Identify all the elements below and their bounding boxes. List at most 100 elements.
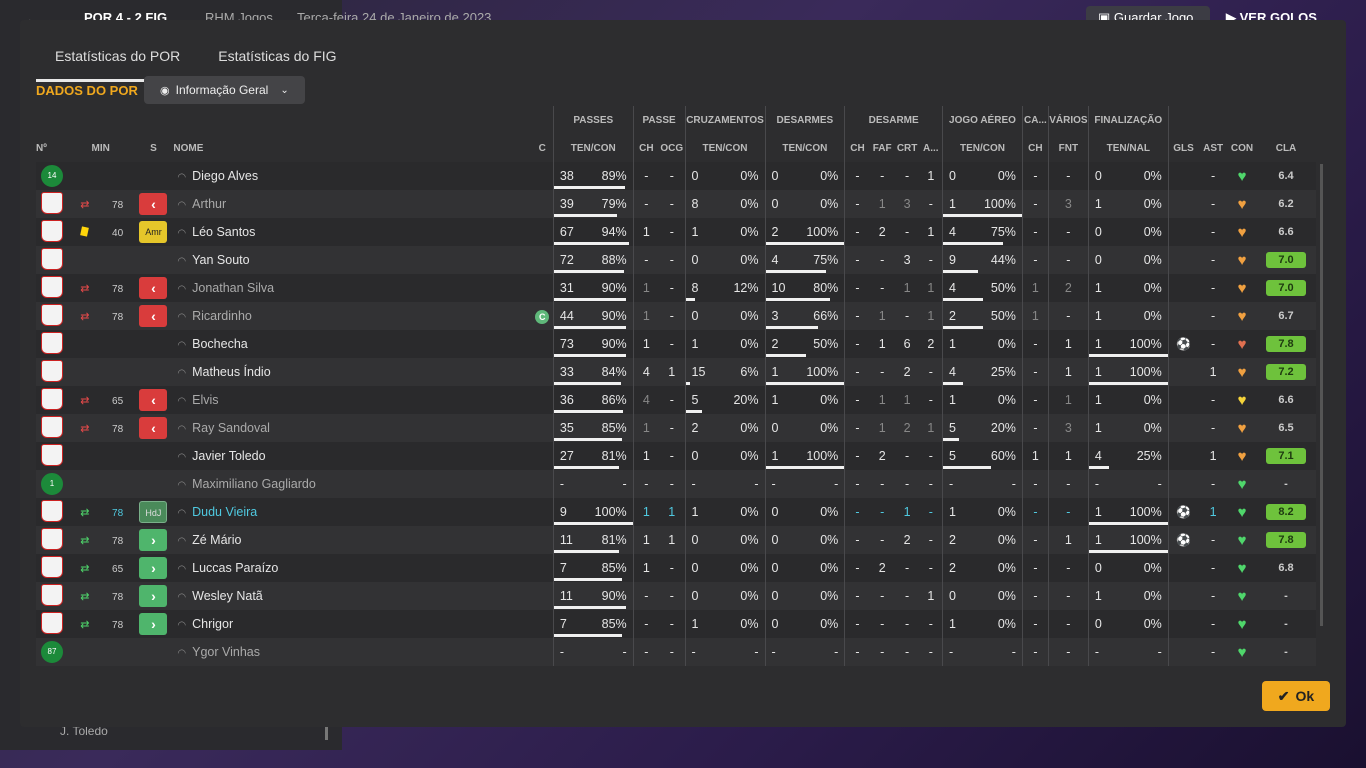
player-name-cell[interactable]: ◠ Elvis xyxy=(173,386,532,414)
table-row[interactable]: 14 ◠ Diego Alves 38 89% - -0 0% 0 0% - - -1 0 0% - -0 0% -… xyxy=(36,162,1316,190)
player-name[interactable]: Ricardinho xyxy=(192,309,252,323)
col-passe-ch[interactable]: CH xyxy=(632,134,660,162)
col-ca-ch[interactable]: CH xyxy=(1021,134,1049,162)
ca-ch-cell: - xyxy=(1021,246,1049,274)
player-name-cell[interactable]: ◠ Matheus Índio xyxy=(173,358,532,386)
player-name-cell[interactable]: ◠ Léo Santos xyxy=(173,218,532,246)
minute-cell: 78 xyxy=(101,414,134,442)
player-name[interactable]: Arthur xyxy=(192,197,226,211)
aerial-bar xyxy=(943,326,984,329)
tackles-cell: 2 100% xyxy=(764,218,845,246)
passes-cell: 33 84% xyxy=(552,358,634,386)
shots-pair: 1 100% xyxy=(1089,337,1169,357)
col-goals[interactable]: GLS xyxy=(1167,134,1199,162)
col-name[interactable]: NOME xyxy=(173,134,531,162)
table-row[interactable]: ◠ Javier Toledo 27 81% 1 - 0 0% 1 100% - 2 - - 5 60% 1 1 4… xyxy=(36,442,1316,470)
player-name[interactable]: Chrigor xyxy=(192,617,233,631)
view-dropdown[interactable]: ◉ Informação Geral ⌄ xyxy=(144,76,305,104)
aerial-cell: 0 0% xyxy=(942,582,1023,610)
col-passe-ocg[interactable]: OCG xyxy=(659,134,685,162)
player-name-cell[interactable]: ◠ Ray Sandoval xyxy=(173,414,532,442)
col-desarme-crt[interactable]: CRT xyxy=(895,134,920,162)
varios-fnt: - xyxy=(1066,561,1071,575)
shots-cell: 1 100% xyxy=(1087,498,1169,526)
col-assists[interactable]: AST xyxy=(1198,134,1228,162)
shots-cell: 0 0% xyxy=(1087,218,1169,246)
player-name[interactable]: Matheus Índio xyxy=(192,365,271,379)
aerial-pct: 0% xyxy=(997,505,1016,519)
player-name[interactable]: Maximiliano Gagliardo xyxy=(192,477,316,491)
col-varios-fnt[interactable]: FNT xyxy=(1047,134,1089,162)
col-desarme-a[interactable]: A... xyxy=(920,134,943,162)
player-name-cell[interactable]: ◠ Bochecha xyxy=(173,330,532,358)
player-name[interactable]: Léo Santos xyxy=(192,225,255,239)
col-status[interactable]: S xyxy=(134,134,174,162)
player-name[interactable]: Wesley Natã xyxy=(192,589,263,603)
table-row[interactable]: ⇄ 78 HdJ ◠ Dudu Vieira 9 100% 1 1 1 0% 0 0% - - 1 - 1 0% - -… xyxy=(36,498,1316,526)
table-row[interactable]: ◠ Bochecha 73 90% 1-1 0% 2 50% -1 6 2 1 0% -1 1 100% ⚽ - ♥… xyxy=(36,330,1316,358)
player-name-cell[interactable]: ◠ Zé Mário xyxy=(173,526,532,554)
tackle-ch-cell: - xyxy=(844,190,870,218)
col-desarmes-tencon[interactable]: TEN/CON xyxy=(764,134,845,162)
table-row[interactable]: ⇄ 65 › ◠ Luccas Paraízo 7 85% 1 - 0 0% 0 0% - 2 - - 2 0% - -… xyxy=(36,554,1316,582)
ok-button[interactable]: ✔ Ok xyxy=(1262,681,1330,711)
player-name-cell[interactable]: ◠ Wesley Natã xyxy=(173,582,532,610)
passes-bar xyxy=(554,270,625,273)
table-row[interactable]: ⇄ 65 ‹ ◠ Elvis 36 86% 4 - 5 20% 1 0% - 1 1 - 1 0% - 1 1 0% - ♥ 6.… xyxy=(36,386,1316,414)
aerial-cell: 0 0% xyxy=(942,162,1023,190)
col-desarme-faf[interactable]: FAF xyxy=(870,134,895,162)
player-name[interactable]: Javier Toledo xyxy=(192,449,265,463)
player-name-cell[interactable]: ◠ Maximiliano Gagliardo xyxy=(173,470,532,498)
table-row[interactable]: ⇄ 78 › ◠ Wesley Natã 11 90% - -0 0% 0 0% - - -1 0 0% - -1 0… xyxy=(36,582,1316,610)
player-name[interactable]: Ygor Vinhas xyxy=(192,645,260,659)
table-row[interactable]: ⇄ 78 ‹ ◠ Jonathan Silva 31 90% 1-8 12% 10 80% - -1 1 4… xyxy=(36,274,1316,302)
player-name[interactable]: Diego Alves xyxy=(192,169,258,183)
passes-bar xyxy=(554,466,619,469)
player-name-cell[interactable]: ◠ Luccas Paraízo xyxy=(173,554,532,582)
table-row[interactable]: ◠ Matheus Índio 33 84% 4 1 15 6% 1 100% - -2-4 25% -1… xyxy=(36,358,1316,386)
table-row[interactable]: ⇄ 78 ‹ ◠ Arthur 39 79% - - 8 0% 0 0% - 1 3 - 1 100% - 3 1 0% - ♥… xyxy=(36,190,1316,218)
table-row[interactable]: 87 ◠ Ygor Vinhas - - - - - - - - - - - - - - - - - - - ♥ - xyxy=(36,638,1316,666)
status-cell: › xyxy=(133,610,174,638)
player-name-cell[interactable]: ◠ Diego Alves xyxy=(173,162,532,190)
player-name[interactable]: Dudu Vieira xyxy=(192,505,257,519)
col-captain[interactable]: C xyxy=(531,134,553,162)
table-row[interactable]: ⇄ 78 › ◠ Chrigor 7 85% - - 1 0% 0 0% - - - - 1 0% - - 0 0% - ♥ - xyxy=(36,610,1316,638)
player-name[interactable]: Yan Souto xyxy=(192,253,249,267)
shots-cell: 1 100% xyxy=(1087,358,1169,386)
player-name-cell[interactable]: ◠ Javier Toledo xyxy=(173,442,532,470)
table-row[interactable]: ⇄ 78 ‹ ◠ Ray Sandoval 35 85% 1-2 0% 0 0% -1 2 1 5 20% -3… xyxy=(36,414,1316,442)
col-rating[interactable]: CLA xyxy=(1256,134,1316,162)
table-row[interactable]: ⇄ 78 ‹ ◠ Ricardinho C 44 90% 1-0 0% 3 66% -1-1 2 50% 1-… xyxy=(36,302,1316,330)
col-number[interactable]: Nº xyxy=(36,134,68,162)
table-row[interactable]: ◠ Yan Souto 72 88% - - 0 0% 4 75% - - 3 - 9 44% - - 0 0% - ♥ 7… xyxy=(36,246,1316,274)
col-aereo-tencon[interactable]: TEN/CON xyxy=(942,134,1023,162)
col-condition[interactable]: CON xyxy=(1228,134,1256,162)
player-name[interactable]: Elvis xyxy=(192,393,218,407)
player-name[interactable]: Jonathan Silva xyxy=(192,281,274,295)
table-row[interactable]: ⇄ 78 › ◠ Zé Mário 11 81% 1 1 0 0% 0 0% - -2-2 0% -1 1 100%… xyxy=(36,526,1316,554)
tackle-faf: 2 xyxy=(878,225,886,239)
player-name-cell[interactable]: ◠ Ricardinho xyxy=(173,302,532,330)
player-name-cell[interactable]: ◠ Yan Souto xyxy=(173,246,532,274)
player-name-cell[interactable]: ◠ Arthur xyxy=(173,190,532,218)
tackle-ch-cell: - xyxy=(844,498,870,526)
player-name[interactable]: Ray Sandoval xyxy=(192,421,270,435)
player-name-cell[interactable]: ◠ Chrigor xyxy=(173,610,532,638)
table-scrollbar[interactable] xyxy=(1320,164,1323,626)
col-desarme-ch[interactable]: CH xyxy=(844,134,870,162)
player-name[interactable]: Bochecha xyxy=(192,337,248,351)
col-cruz-tencon[interactable]: TEN/CON xyxy=(684,134,765,162)
player-name[interactable]: Zé Mário xyxy=(192,533,241,547)
table-row[interactable]: 1 ◠ Maximiliano Gagliardo - - - - - - - - - - - - - - - - -… xyxy=(36,470,1316,498)
col-minutes[interactable]: MIN xyxy=(68,134,134,162)
tackles-pair: 0 0% xyxy=(766,617,844,631)
col-final-tennal[interactable]: TEN/NAL xyxy=(1087,134,1169,162)
shots-pair: 1 100% xyxy=(1089,533,1169,553)
col-passes-tencon[interactable]: TEN/CON xyxy=(552,134,634,162)
player-name-cell[interactable]: ◠ Ygor Vinhas xyxy=(173,638,532,666)
player-name-cell[interactable]: ◠ Jonathan Silva xyxy=(173,274,532,302)
player-name[interactable]: Luccas Paraízo xyxy=(192,561,278,575)
table-row[interactable]: 40 Amr ◠ Léo Santos 67 94% 1-1 0% 2 100% -2-1 4 75% -… xyxy=(36,218,1316,246)
player-name-cell[interactable]: ◠ Dudu Vieira xyxy=(173,498,532,526)
